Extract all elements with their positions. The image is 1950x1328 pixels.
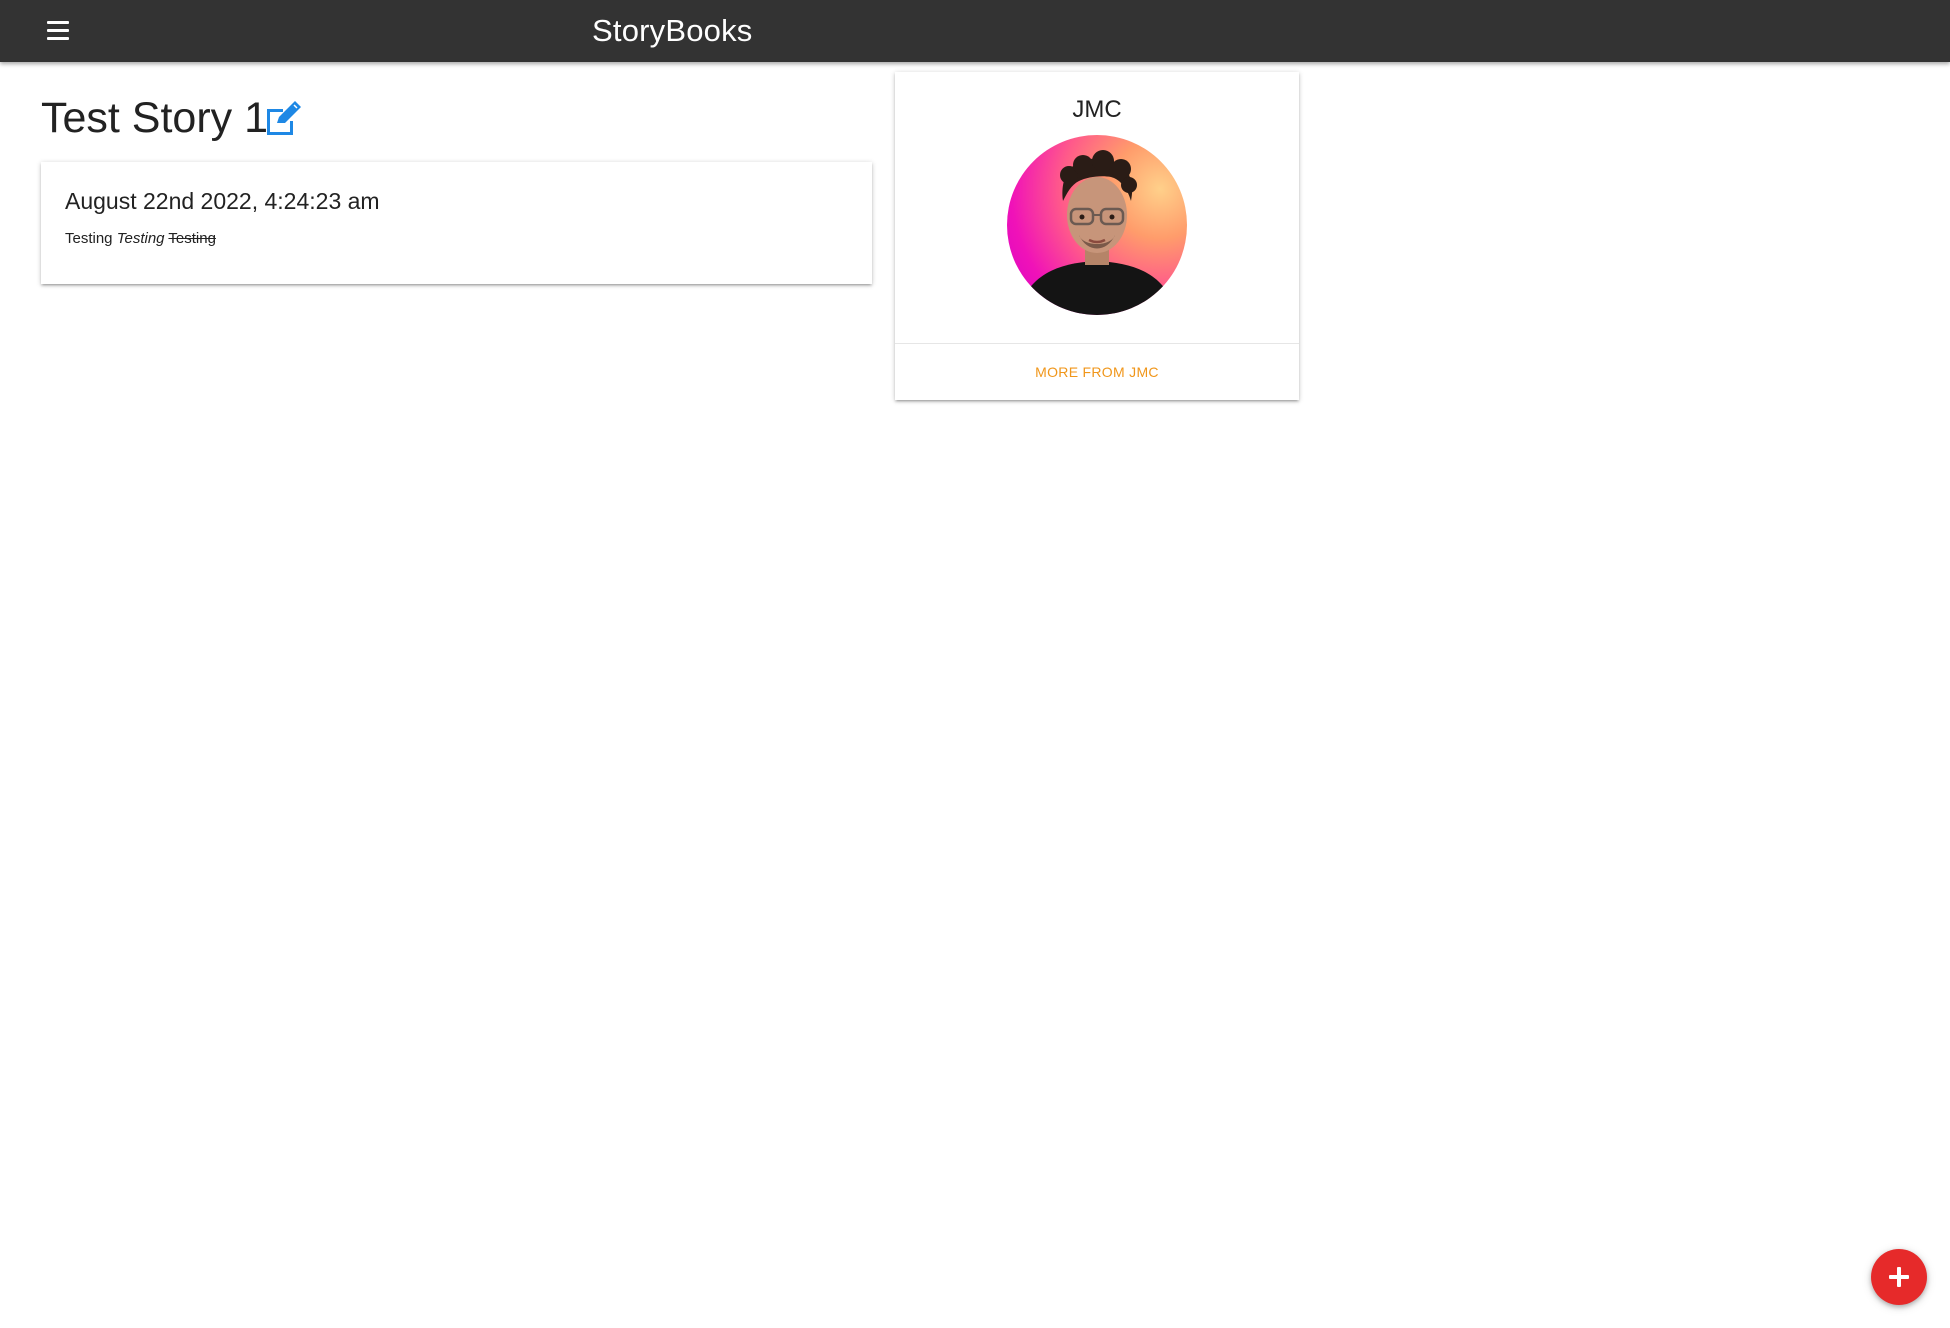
story-date: August 22nd 2022, 4:24:23 am — [65, 188, 380, 214]
story-title: Test Story 1 — [41, 94, 269, 142]
story-body-strikethrough: Testing — [168, 230, 216, 247]
story-body: Testing Testing Testing — [65, 230, 216, 247]
card-divider — [895, 343, 1299, 344]
author-name: JMC — [1072, 96, 1122, 123]
hamburger-menu-icon[interactable] — [42, 17, 74, 45]
story-body-text: Testing — [65, 230, 113, 247]
avatar — [1007, 135, 1187, 315]
edit-icon[interactable] — [263, 101, 303, 137]
add-story-button[interactable] — [1871, 1249, 1927, 1305]
top-navbar: StoryBooks — [0, 0, 1950, 62]
more-from-author-link[interactable]: MORE FROM JMC — [895, 364, 1299, 380]
story-body-italic: Testing — [116, 230, 165, 247]
brand-logo[interactable]: StoryBooks — [592, 12, 753, 50]
author-card: JMC MORE FROM JMC — [895, 72, 1299, 400]
story-card: August 22nd 2022, 4:24:23 am Testing Tes… — [41, 162, 872, 284]
